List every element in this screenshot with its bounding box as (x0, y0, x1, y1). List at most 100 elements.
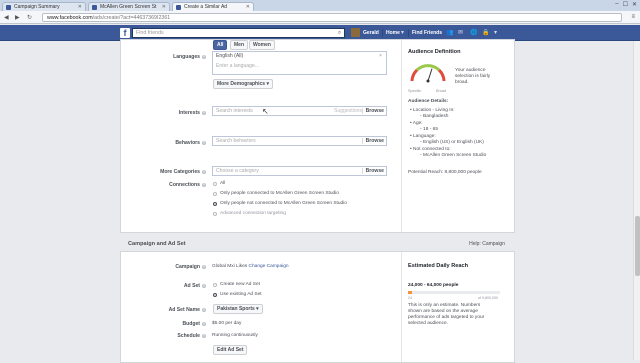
audience-detail-item: ◦ English (US) or English (UK) (420, 140, 484, 145)
adset-option-label: Create new Ad Set (220, 282, 260, 287)
url-field[interactable]: www.facebook.com/ads/create/?act=4463736… (42, 13, 622, 22)
back-icon[interactable]: ◀ (4, 14, 9, 21)
connections-not-connected-radio[interactable] (213, 202, 217, 206)
interests-input[interactable]: Search interests Suggestions Browse (212, 106, 387, 116)
chevron-down-icon[interactable]: ▾ (401, 29, 404, 36)
notifications-icon[interactable]: 🌐 (470, 29, 477, 36)
remove-language-icon[interactable]: × (379, 53, 382, 59)
potential-reach: Potential Reach: 8,800,000 people (408, 170, 482, 175)
schedule-label: Schedule? (177, 333, 206, 339)
help-campaign-link[interactable]: Help: Campaign (469, 241, 505, 247)
edit-adset-button[interactable]: Edit Ad Set (213, 345, 248, 355)
audience-detail-item: ◦ Bangladesh (420, 114, 449, 119)
forward-icon[interactable]: ▶ (15, 14, 20, 21)
gender-all-button[interactable]: All (213, 40, 228, 50)
campaign-adset-section-title: Campaign and Ad Set (128, 241, 186, 247)
audience-detail-item: ◦ 18 - 65 (420, 127, 438, 132)
audience-description-line: selection is fairly (455, 74, 491, 79)
gender-women-button[interactable]: Women (249, 40, 275, 50)
facebook-logo-icon[interactable]: f (120, 28, 130, 38)
audience-detail-item: • Language: (410, 134, 436, 139)
help-icon[interactable]: ? (202, 321, 206, 326)
help-icon[interactable]: ? (202, 140, 206, 145)
help-icon[interactable]: ? (202, 169, 206, 174)
privacy-lock-icon[interactable]: 🔒 (482, 29, 489, 36)
main-content: All Men Women Languages? English (All) ×… (120, 39, 515, 363)
browser-tab-strip: Campaign Summary ✕ McAllen Green Screen … (0, 0, 640, 11)
language-input[interactable]: Enter a language... (216, 63, 383, 69)
tab-campaign-summary[interactable]: Campaign Summary ✕ (2, 2, 86, 11)
profile-name-link[interactable]: Gerald (363, 30, 379, 36)
help-icon[interactable]: ? (202, 182, 206, 187)
categories-browse-button[interactable]: Browse (361, 168, 384, 174)
help-icon[interactable]: ? (202, 110, 206, 115)
more-demographics-button[interactable]: More Demographics ▾ (213, 79, 273, 89)
audience-details-title: Audience Details: (408, 99, 449, 104)
window-controls: – ☐ ✕ (615, 1, 637, 8)
audience-description-line: broad. (455, 80, 469, 85)
interests-label: Interests? (178, 110, 206, 116)
audience-detail-item: ◦ McAllen Green Screen Studio (420, 153, 487, 158)
create-new-adset-radio[interactable] (213, 283, 217, 287)
scrollbar-thumb[interactable] (635, 216, 640, 276)
tab-mcallen-green-screen[interactable]: McAllen Green Screen St ✕ (88, 2, 170, 11)
interests-browse-button[interactable]: Browse (361, 108, 384, 114)
avatar[interactable] (351, 28, 360, 37)
maximize-icon[interactable]: ☐ (623, 1, 628, 8)
languages-field[interactable]: English (All) × Enter a language... (212, 51, 387, 75)
help-icon[interactable]: ? (202, 333, 206, 338)
close-tab-icon[interactable]: ✕ (246, 4, 250, 10)
gauge-specific-label: Specific (408, 89, 422, 93)
minimize-icon[interactable]: – (615, 1, 618, 8)
adset-name-select[interactable]: Pakistan Sports ▾ (213, 304, 263, 314)
reach-note-line: selected audience. (408, 321, 449, 326)
close-tab-icon[interactable]: ✕ (162, 4, 166, 10)
connections-connected-radio[interactable] (213, 192, 217, 196)
browser-menu-icon[interactable]: ≡ (631, 14, 635, 20)
page-scrollbar[interactable] (633, 41, 640, 360)
connections-label: Connections? (169, 182, 206, 188)
home-link[interactable]: Home (386, 30, 400, 36)
facebook-favicon-icon (176, 5, 181, 10)
close-window-icon[interactable]: ✕ (632, 1, 637, 8)
audience-detail-item: • Age: (410, 121, 423, 126)
facebook-favicon-icon (92, 5, 97, 10)
find-friends-link[interactable]: Find Friends (412, 30, 442, 36)
help-icon[interactable]: ? (202, 54, 206, 59)
suggestions-link[interactable]: Suggestions (334, 108, 362, 114)
reload-icon[interactable]: ↻ (27, 14, 32, 21)
help-icon[interactable]: ? (202, 307, 206, 312)
tab-create-similar-ad[interactable]: Create a Similar Ad ✕ (172, 2, 254, 11)
facebook-search-input[interactable]: Find friends ⌕ (132, 28, 345, 38)
close-tab-icon[interactable]: ✕ (78, 4, 82, 10)
friend-requests-icon[interactable]: 👥 (446, 29, 453, 36)
estimated-reach-panel: Estimated Daily Reach 24,000 - 64,000 pe… (401, 252, 515, 362)
connections-all-radio[interactable] (213, 182, 217, 186)
budget-label: Budget? (182, 321, 206, 327)
behaviors-input[interactable]: Search behaviors Browse (212, 136, 387, 146)
change-campaign-link[interactable]: Change Campaign (249, 264, 289, 269)
reach-note-line: shown are based on the average (408, 309, 478, 314)
connections-option-label: All (220, 181, 226, 186)
settings-dropdown-icon[interactable]: ▾ (494, 29, 497, 36)
connections-option-label: Only people connected to McAllen Green S… (220, 191, 339, 196)
category-select[interactable]: Choose a category Browse (212, 166, 387, 176)
reach-note-line: This is only an estimate. Numbers (408, 303, 481, 308)
audience-definition-title: Audience Definition (408, 49, 461, 55)
help-icon[interactable]: ? (202, 264, 206, 269)
messages-icon[interactable]: ✉ (458, 29, 463, 36)
reach-range: 24,000 - 64,000 people (408, 283, 459, 288)
divider (408, 29, 409, 37)
connections-advanced-radio[interactable] (213, 212, 217, 216)
help-icon[interactable]: ? (202, 283, 206, 288)
budget-value: $5.00 per day (212, 321, 242, 326)
connections-option-label: Advanced connection targeting (220, 211, 286, 216)
use-existing-adset-radio[interactable] (213, 293, 217, 297)
gender-men-button[interactable]: Men (230, 40, 248, 50)
audience-gauge-icon (410, 64, 446, 83)
language-token: English (All) (216, 53, 244, 59)
campaign-adset-panel: Campaign? Global Mxi Likes Change Campai… (120, 251, 515, 363)
search-icon[interactable]: ⌕ (338, 30, 341, 37)
facebook-favicon-icon (6, 5, 11, 10)
behaviors-browse-button[interactable]: Browse (361, 138, 384, 144)
